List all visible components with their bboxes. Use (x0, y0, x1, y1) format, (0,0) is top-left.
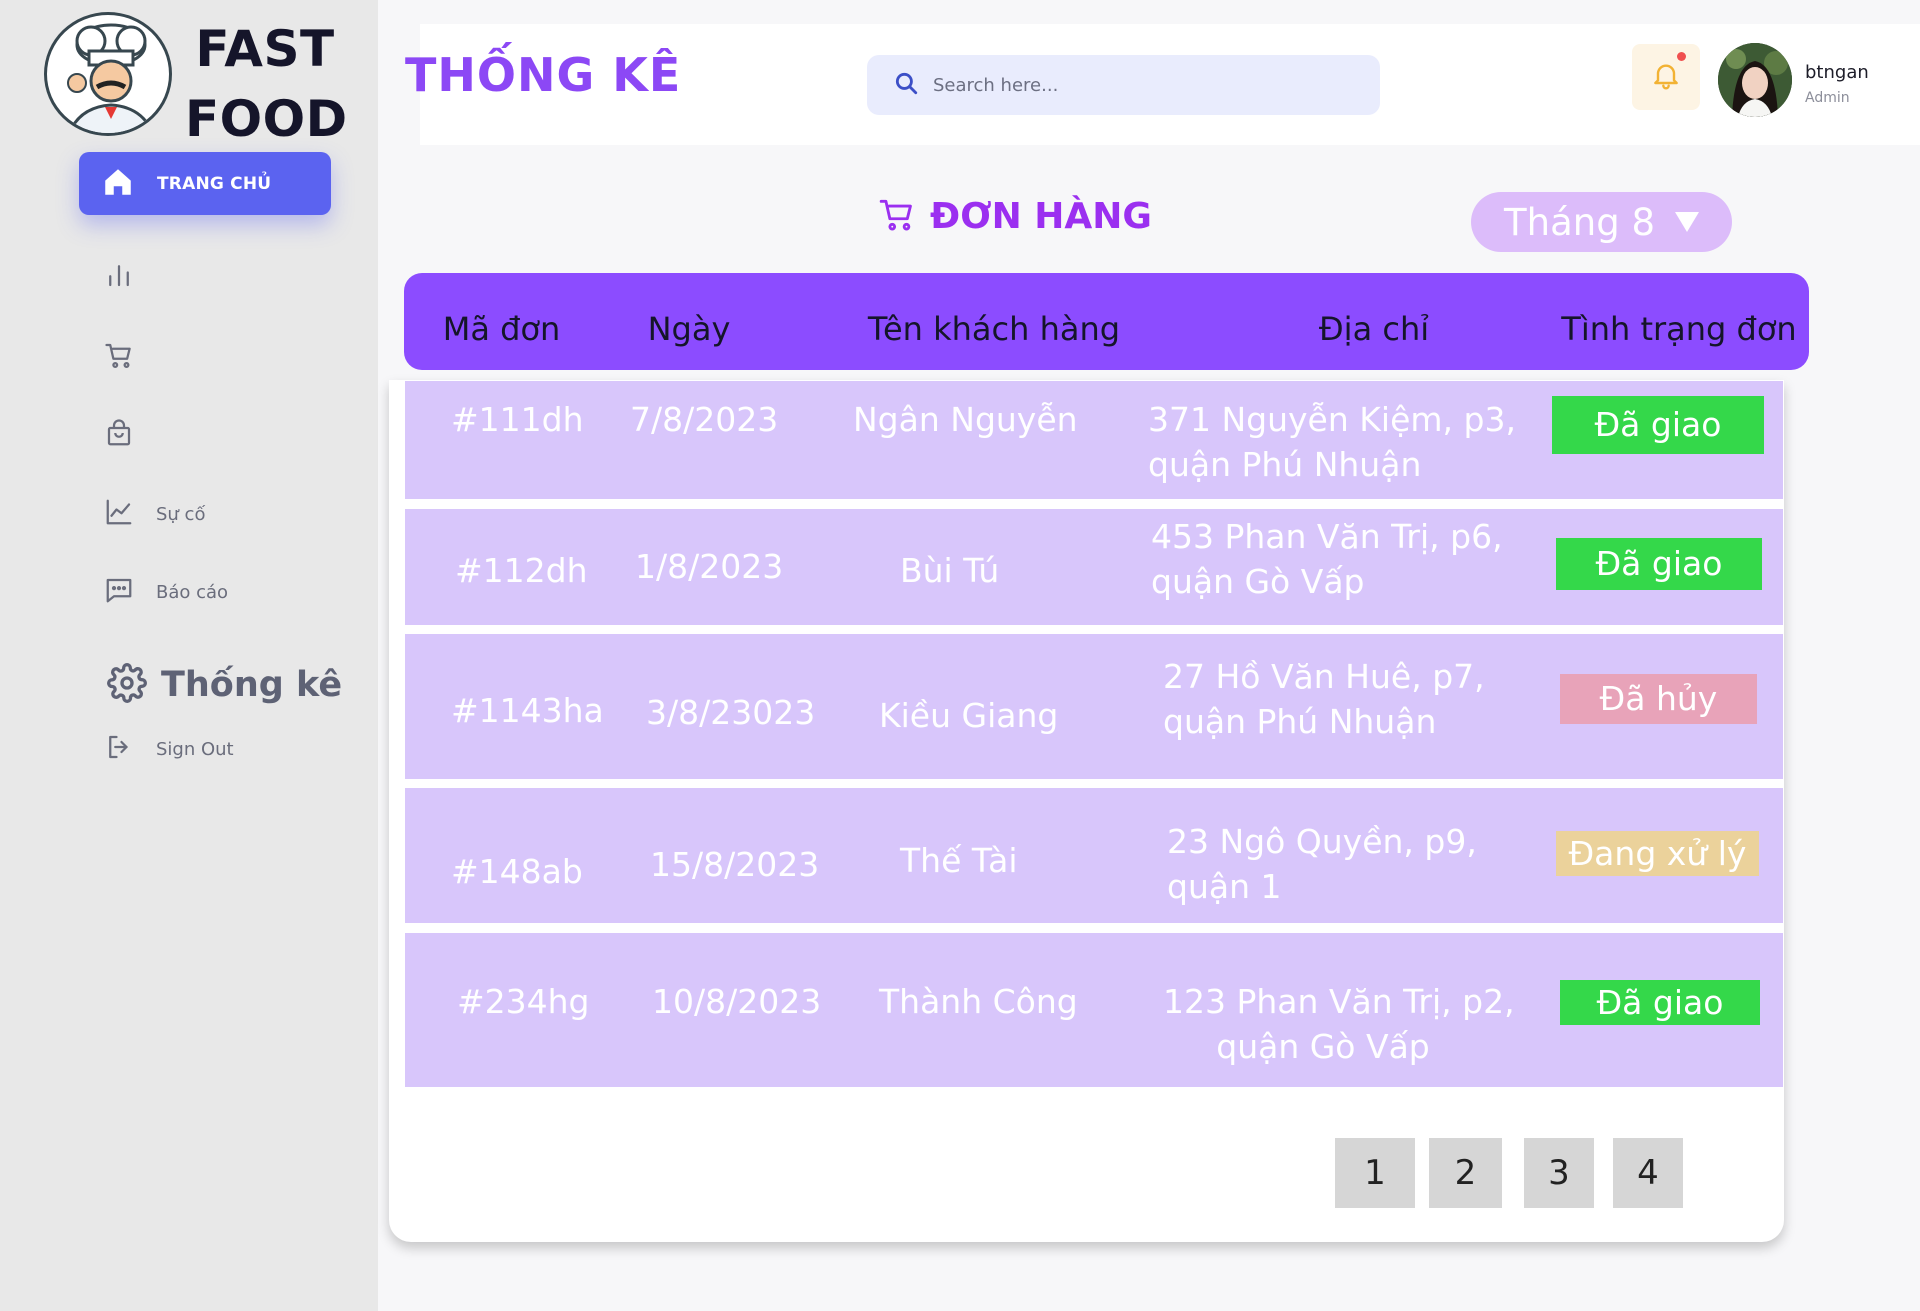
home-button[interactable]: TRANG CHỦ (79, 152, 331, 215)
sidebar-item-products[interactable] (104, 418, 134, 452)
customer-name: Thế Tài (900, 841, 1018, 880)
customer-name: Ngân Nguyễn (853, 400, 1078, 439)
order-id: #112dh (455, 551, 588, 590)
search-input[interactable]: Search here... (933, 75, 1058, 96)
customer-name: Thành Công (879, 982, 1078, 1021)
month-select-value: Tháng 8 (1504, 200, 1655, 244)
sidebar-item-label: Thống kê (161, 665, 343, 705)
user-name: btngan (1805, 62, 1869, 83)
home-icon (101, 165, 135, 203)
order-id: #234hg (457, 982, 590, 1021)
order-date: 3/8/23023 (646, 693, 816, 732)
order-id: #148ab (451, 852, 583, 891)
bar-chart-icon (104, 260, 134, 294)
cart-icon (878, 195, 916, 237)
sidebar-item-orders[interactable] (104, 340, 134, 374)
sidebar-item-statistics[interactable]: Thống kê (107, 663, 342, 707)
status-badge: Đã giao (1556, 538, 1762, 590)
column-header-address: Địa chỉ (1318, 310, 1430, 348)
address-line-2: quận Gò Vấp (1216, 1027, 1430, 1066)
column-header-date: Ngày (647, 310, 731, 348)
order-id: #111dh (451, 400, 584, 439)
line-chart-icon (104, 497, 134, 531)
brand-wordmark: FAST FOOD (185, 14, 348, 154)
bag-icon (104, 418, 134, 452)
order-date: 1/8/2023 (635, 547, 784, 586)
sidebar-item-incidents[interactable]: Sự cố (104, 497, 205, 531)
bell-icon (1650, 59, 1682, 95)
notification-button[interactable] (1632, 44, 1700, 110)
page-button-4[interactable]: 4 (1613, 1138, 1683, 1208)
gear-icon (107, 663, 147, 707)
status-badge: Đã hủy (1560, 674, 1757, 724)
column-header-order-id: Mã đơn (442, 310, 561, 348)
page-button-3[interactable]: 3 (1524, 1138, 1594, 1208)
customer-name: Bùi Tú (900, 551, 1000, 590)
sign-out-icon (104, 732, 134, 766)
order-date: 15/8/2023 (650, 845, 820, 884)
notification-dot (1677, 52, 1686, 61)
page-title: THỐNG KÊ (405, 48, 682, 102)
customer-name: Kiều Giang (879, 696, 1059, 735)
column-header-customer: Tên khách hàng (867, 310, 1121, 348)
chef-logo (44, 12, 172, 136)
address-line-2: quận 1 (1167, 867, 1282, 906)
address-line-2: quận Phú Nhuận (1163, 702, 1437, 741)
status-badge: Đã giao (1560, 980, 1760, 1025)
orders-title: ĐƠN HÀNG (930, 195, 1152, 237)
brand-line-1: FAST (195, 20, 335, 78)
search-icon (893, 70, 919, 100)
address-line-2: quận Phú Nhuận (1148, 445, 1422, 484)
message-icon (104, 575, 134, 609)
address-line-1: 371 Nguyễn Kiệm, p3, (1148, 400, 1516, 439)
status-badge: Đã giao (1552, 396, 1764, 454)
order-id: #1143ha (451, 691, 604, 730)
brand-line-2: FOOD (185, 90, 348, 148)
user-role: Admin (1805, 90, 1850, 106)
sidebar-item-label: Sự cố (156, 503, 206, 525)
search-bar[interactable]: Search here... (867, 55, 1380, 115)
sidebar-item-label: Báo cáo (156, 581, 229, 603)
orders-heading: ĐƠN HÀNG (878, 195, 1152, 237)
address-line-1: 123 Phan Văn Trị, p2, (1163, 982, 1515, 1021)
home-button-label: TRANG CHỦ (157, 173, 272, 194)
column-header-status: Tình trạng đơn (1561, 310, 1797, 348)
status-badge: Đang xử lý (1556, 831, 1759, 876)
avatar[interactable] (1718, 43, 1792, 117)
caret-down-icon (1674, 212, 1699, 232)
sidebar: FAST FOOD TRANG CHỦ Sự cố Báo cáo Thống … (0, 0, 378, 1311)
sidebar-item-dashboard[interactable] (104, 260, 134, 294)
address-line-2: quận Gò Vấp (1151, 562, 1365, 601)
address-line-1: 27 Hồ Văn Huê, p7, (1163, 657, 1485, 696)
address-line-1: 453 Phan Văn Trị, p6, (1151, 517, 1503, 556)
order-date: 7/8/2023 (630, 400, 779, 439)
sidebar-item-sign-out[interactable]: Sign Out (104, 732, 234, 766)
sidebar-item-reports[interactable]: Báo cáo (104, 575, 228, 609)
month-select[interactable]: Tháng 8 (1471, 192, 1732, 252)
address-line-1: 23 Ngô Quyền, p9, (1167, 822, 1477, 861)
page-button-2[interactable]: 2 (1429, 1138, 1502, 1208)
cart-icon (104, 340, 134, 374)
page-button-1[interactable]: 1 (1335, 1138, 1415, 1208)
table-header: Mã đơn Ngày Tên khách hàng Địa chỉ Tình … (404, 273, 1809, 370)
order-date: 10/8/2023 (652, 982, 822, 1021)
sidebar-item-label: Sign Out (156, 738, 234, 760)
